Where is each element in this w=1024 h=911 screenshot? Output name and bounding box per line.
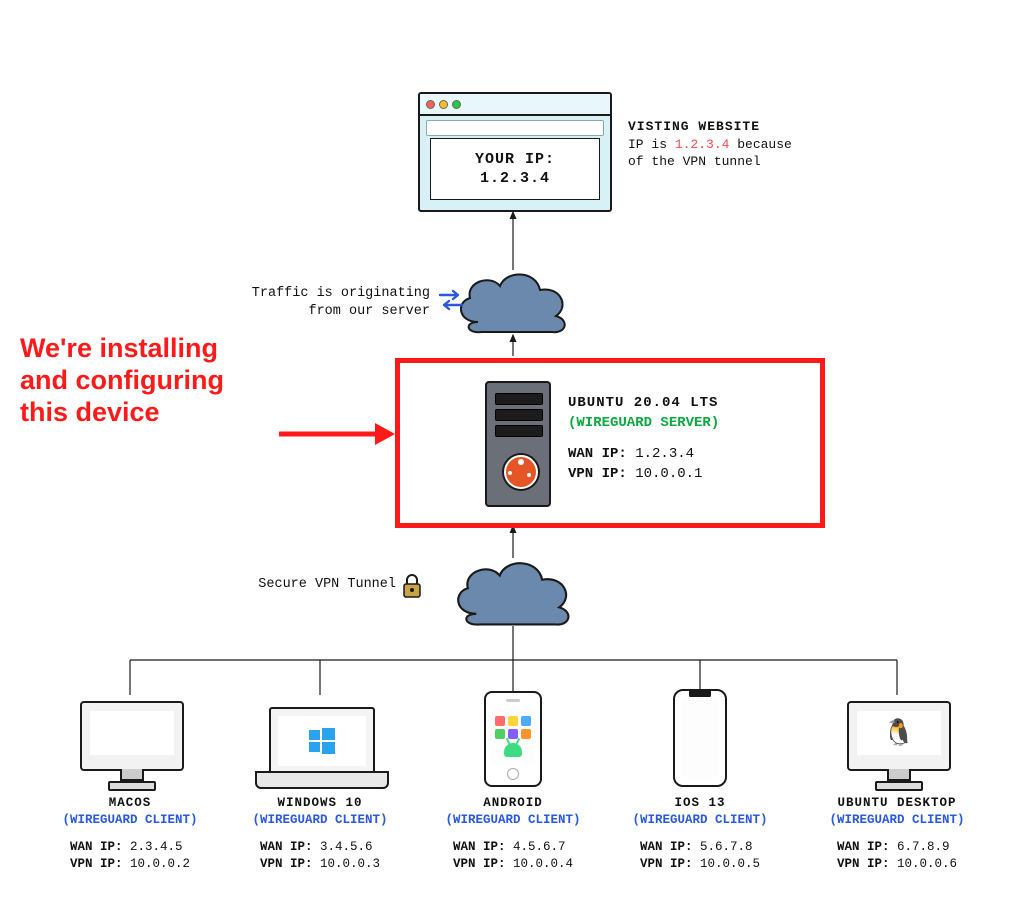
website-caption-prefix: IP is [628,137,675,152]
browser-content: YOUR IP: 1.2.3.4 [430,138,600,200]
client-ubuntu: 🐧 UBUNTU DESKTOP (WIREGUARD CLIENT) WAN … [807,695,987,905]
traffic-caption-l1: Traffic is originating [210,285,430,303]
server-os: UBUNTU 20.04 LTS [568,393,719,413]
callout-arrow-icon [277,419,397,449]
server-vpn-k: VPN IP: [568,466,627,482]
server-highlight-box: UBUNTU 20.04 LTS (WIREGUARD SERVER) WAN … [395,358,825,528]
server-vpn-v: 10.0.0.1 [635,466,702,482]
website-caption-heading: VISTING WEBSITE [628,118,858,136]
minimize-icon [439,100,448,109]
laptop-icon [255,707,385,787]
browser-urlbar [426,120,604,136]
lock-icon [400,572,424,604]
traffic-caption-l2: from our server [210,303,430,321]
server-role: (WIREGUARD SERVER) [568,413,719,433]
browser-ip-value: 1.2.3.4 [480,169,550,189]
browser-ip-label: YOUR IP: [475,150,555,170]
ubuntu-logo-icon [504,455,538,489]
client-vpn-k: VPN IP: [70,857,123,871]
server-icon [485,381,551,507]
server-caption: UBUNTU 20.04 LTS (WIREGUARD SERVER) WAN … [568,393,719,484]
client-wan-v: 2.3.4.5 [130,840,183,854]
website-caption-suffix2: of the VPN tunnel [628,153,858,171]
client-os: UBUNTU DESKTOP [807,795,987,812]
client-ios: IOS 13 (WIREGUARD CLIENT) WAN IP: 5.6.7.… [610,695,790,905]
browser-window: YOUR IP: 1.2.3.4 [418,92,612,212]
cloud-vpn-icon [436,550,591,639]
close-icon [426,100,435,109]
traffic-caption: Traffic is originating from our server [210,285,430,320]
maximize-icon [452,100,461,109]
client-os: WINDOWS 10 [230,795,410,812]
desktop-icon: 🐧 [847,701,947,787]
server-wan-v: 1.2.3.4 [635,446,694,462]
browser-titlebar [420,94,610,116]
client-role: (WIREGUARD CLIENT) [40,812,220,829]
windows-logo-icon [307,726,337,756]
iphone-icon [673,689,727,787]
android-logo-icon [504,743,522,757]
website-caption-ip: 1.2.3.4 [675,137,730,152]
client-windows: WINDOWS 10 (WIREGUARD CLIENT) WAN IP: 3.… [230,695,410,905]
callout-l2: and configuring [20,365,280,397]
android-phone-icon [484,691,542,787]
cloud-internet-icon [448,262,578,346]
client-macos: MACOS (WIREGUARD CLIENT) WAN IP: 2.3.4.5… [40,695,220,905]
website-caption: VISTING WEBSITE IP is 1.2.3.4 because of… [628,118,858,171]
client-os: MACOS [40,795,220,812]
client-role: (WIREGUARD CLIENT) [423,812,603,829]
callout-l3: this device [20,397,280,429]
client-os: IOS 13 [610,795,790,812]
client-role: (WIREGUARD CLIENT) [807,812,987,829]
server-wan-k: WAN IP: [568,446,627,462]
client-android: ANDROID (WIREGUARD CLIENT) WAN IP: 4.5.6… [423,695,603,905]
callout-l1: We're installing [20,333,280,365]
client-role: (WIREGUARD CLIENT) [610,812,790,829]
client-vpn-v: 10.0.0.2 [130,857,190,871]
client-wan-k: WAN IP: [70,840,123,854]
client-os: ANDROID [423,795,603,812]
tunnel-caption: Secure VPN Tunnel [236,577,396,592]
website-caption-suffix1: because [729,137,791,152]
clients-row: MACOS (WIREGUARD CLIENT) WAN IP: 2.3.4.5… [0,695,1024,905]
imac-icon [80,701,180,787]
tux-logo-icon: 🐧 [883,718,915,749]
callout-text: We're installing and configuring this de… [20,333,280,429]
client-role: (WIREGUARD CLIENT) [230,812,410,829]
traffic-arrows-icon [438,288,464,316]
